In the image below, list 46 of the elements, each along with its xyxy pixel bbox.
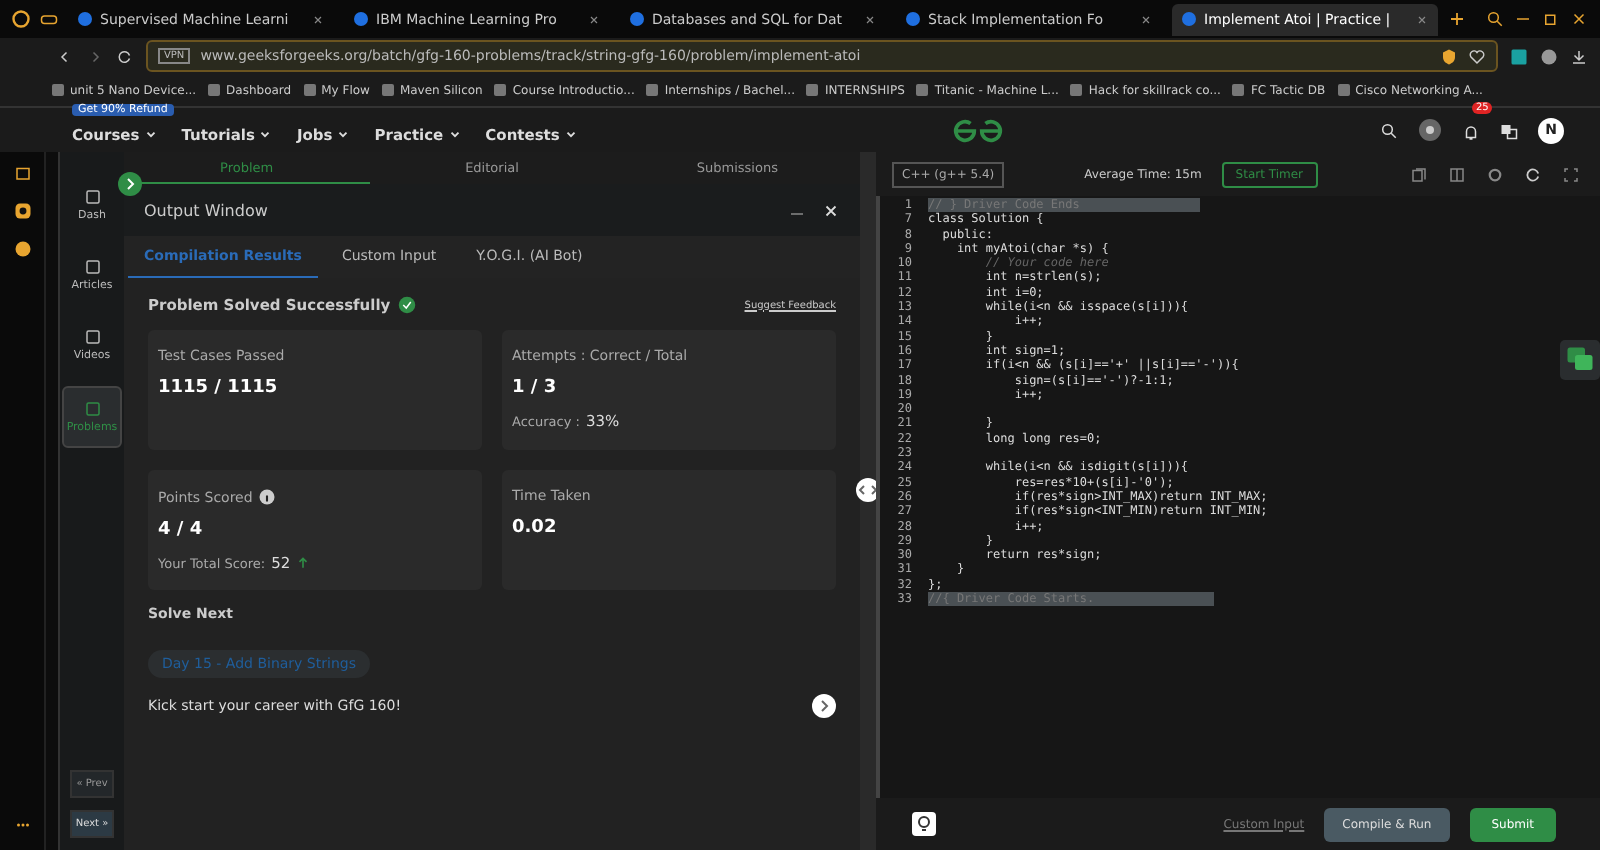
chat-icon[interactable] [1560,340,1600,380]
close-tab-icon[interactable] [1140,13,1152,25]
card-value: 4 / 4 [158,520,205,540]
caret-icon [447,127,462,141]
close-tab-icon[interactable] [588,13,600,25]
restore-icon[interactable] [1542,10,1560,28]
layout-icon[interactable] [1448,165,1466,183]
fullscreen-icon[interactable] [1562,165,1580,183]
caret-icon [258,127,273,141]
download-icon[interactable] [1570,47,1588,65]
heart-icon[interactable] [1468,47,1486,65]
caret-icon [563,127,578,141]
bell-icon[interactable] [1462,123,1480,141]
output-window-title: Output Window [144,201,268,219]
nav-item-icon [83,328,101,346]
nav-item-icon [83,258,101,276]
new-tab-icon[interactable] [1448,10,1466,28]
check-icon [398,296,417,314]
nav-item-icon [83,188,101,206]
logo-icon[interactable] [950,117,1007,143]
close-icon[interactable] [1570,10,1588,28]
nav-item-icon [83,400,101,418]
copy-icon[interactable] [1410,165,1428,183]
reset-icon[interactable] [1524,165,1542,183]
expand-icon[interactable] [118,172,142,196]
close-tab-icon[interactable] [312,13,324,25]
reload-icon[interactable] [116,47,134,65]
card-value: 1115 / 1115 [158,378,280,398]
chevron-icon[interactable] [812,694,836,718]
card-value: 1 / 3 [512,378,559,398]
instagram-icon[interactable] [13,202,31,220]
caret-icon [336,127,351,141]
card-value: 0.02 [512,518,559,538]
extension-icon[interactable] [1510,47,1528,65]
translate-icon[interactable] [1500,121,1518,139]
bulb-icon[interactable] [912,812,936,836]
search-icon[interactable] [1380,121,1398,139]
close-tab-icon[interactable] [864,13,876,25]
browser-logo-icon[interactable] [12,10,30,28]
profile-icon[interactable] [1540,47,1558,65]
shield-icon[interactable] [1440,47,1458,65]
theme-icon[interactable] [1418,118,1442,142]
close-tab-icon[interactable] [1416,13,1428,25]
close-icon[interactable] [822,201,840,219]
search-icon[interactable] [1486,10,1504,28]
caret-icon [143,127,158,141]
